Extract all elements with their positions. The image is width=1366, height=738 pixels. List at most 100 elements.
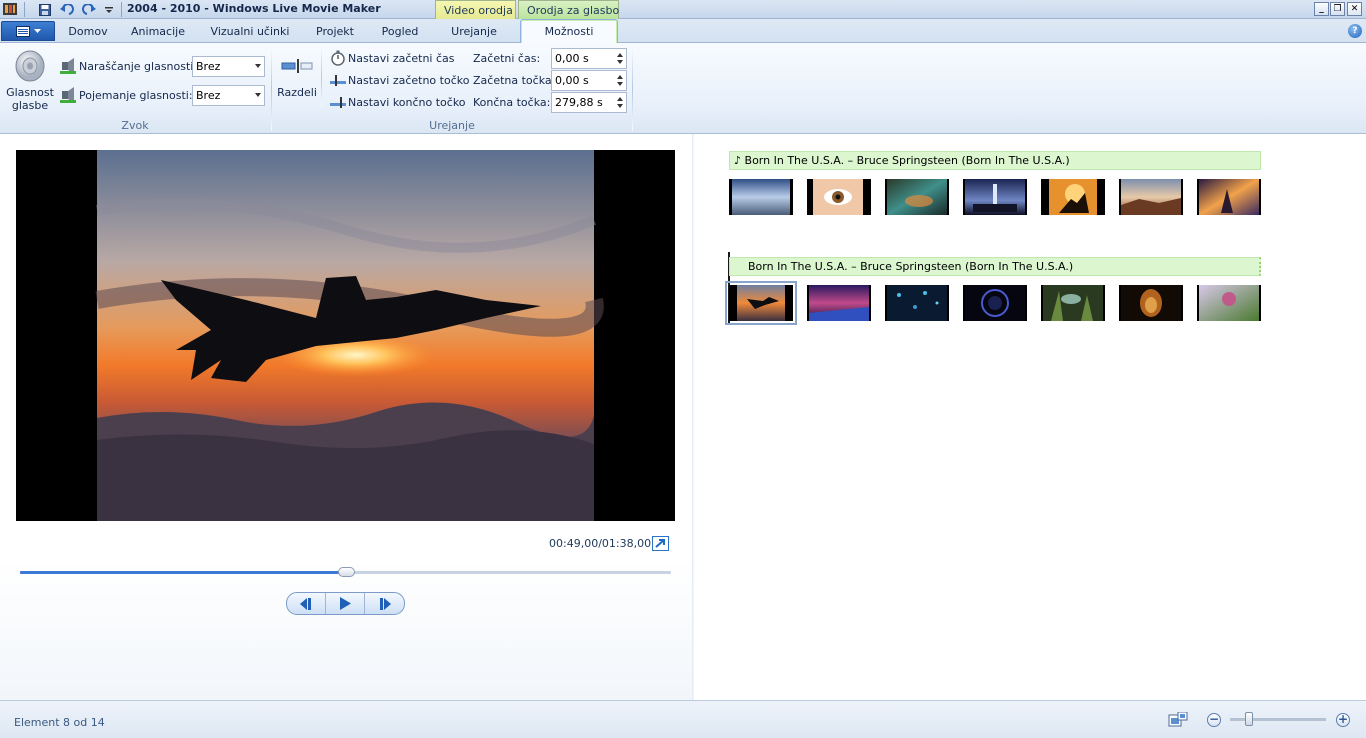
spin-down-icon[interactable]: [617, 104, 623, 108]
clip-thumbnail-selected[interactable]: [725, 281, 797, 325]
music-track-bar[interactable]: Born In The U.S.A. – Bruce Springsteen (…: [729, 257, 1261, 276]
clip-image: [1121, 285, 1181, 321]
start-time-input[interactable]: 0,00 s: [551, 48, 627, 69]
fade-in-dropdown[interactable]: Brez: [192, 56, 265, 77]
spin-up-icon[interactable]: [617, 53, 623, 57]
thumbnail-size-icon: [1168, 711, 1188, 727]
split-label: Razdeli: [277, 86, 317, 99]
clip-image: [1199, 179, 1259, 215]
spin-down-icon[interactable]: [617, 60, 623, 64]
status-text: Element 8 od 14: [14, 716, 105, 729]
group-separator: [321, 47, 322, 107]
play-button[interactable]: [326, 593, 365, 614]
app-menu-button[interactable]: [1, 21, 55, 41]
zoom-in-icon: +: [1337, 712, 1349, 726]
clip-thumbnail[interactable]: [1119, 285, 1183, 321]
qat-dropdown-icon[interactable]: [100, 1, 118, 18]
tab-moznosti[interactable]: Možnosti: [520, 19, 618, 44]
app-menu-icon: [15, 25, 30, 37]
fade-out-icon: [60, 87, 76, 103]
clip-thumbnail[interactable]: [963, 179, 1027, 215]
fade-out-label: Pojemanje glasnosti:: [79, 89, 193, 102]
tab-animacije[interactable]: Animacije: [122, 23, 194, 43]
group-label-edit: Urejanje: [429, 119, 475, 132]
tab-projekt[interactable]: Projekt: [304, 23, 366, 43]
start-time-label: Začetni čas:: [473, 52, 541, 65]
app-icon[interactable]: [2, 1, 18, 17]
seek-thumb[interactable]: [337, 567, 355, 577]
clip-image: [1049, 179, 1097, 215]
clip-thumbnail[interactable]: [1197, 179, 1261, 215]
previous-frame-button[interactable]: [287, 593, 326, 614]
fade-out-value: Brez: [196, 89, 221, 102]
spin-up-icon[interactable]: [617, 75, 623, 79]
clip-thumbnail[interactable]: [1041, 285, 1105, 321]
fade-in-label: Naraščanje glasnosti:: [79, 60, 198, 73]
undo-icon[interactable]: [58, 1, 76, 18]
clip-image: [809, 285, 869, 321]
clip-image: [1121, 179, 1181, 215]
chevron-down-icon: [33, 28, 41, 33]
end-point-input[interactable]: 279,88 s: [551, 92, 627, 113]
restore-button[interactable]: ❐: [1330, 2, 1345, 16]
music-track-bar[interactable]: ♪ Born In The U.S.A. – Bruce Springsteen…: [729, 151, 1261, 170]
group-label-audio: Zvok: [121, 119, 149, 132]
clip-thumbnail[interactable]: [1041, 179, 1105, 215]
clip-thumbnail[interactable]: [1119, 179, 1183, 215]
zoom-slider-thumb[interactable]: [1245, 712, 1254, 726]
clip-image: [887, 179, 947, 215]
ribbon: Glasnost glasbe Naraščanje glasnosti: Br…: [0, 43, 1366, 134]
set-end-point-label: Nastavi končno točko: [348, 96, 466, 109]
clip-thumbnail[interactable]: [885, 179, 949, 215]
context-tab-video-tools: Video orodja: [435, 0, 516, 20]
split-icon: [281, 59, 313, 73]
zoom-slider[interactable]: [1230, 712, 1326, 726]
clip-image: [887, 285, 947, 321]
chevron-down-icon: [255, 64, 261, 68]
help-icon[interactable]: ?: [1348, 24, 1362, 38]
clip-image: [1199, 285, 1259, 321]
tab-pogled[interactable]: Pogled: [370, 23, 430, 43]
set-end-point-button[interactable]: Nastavi končno točko: [328, 94, 468, 111]
group-separator: [271, 47, 272, 131]
next-frame-button[interactable]: [365, 593, 404, 614]
clip-image: [737, 285, 785, 321]
qat-separator: [121, 2, 122, 17]
save-icon[interactable]: [36, 1, 54, 18]
spin-down-icon[interactable]: [617, 82, 623, 86]
redo-icon[interactable]: [80, 1, 98, 18]
clip-thumbnail[interactable]: [963, 285, 1027, 321]
tab-urejanje[interactable]: Urejanje: [438, 23, 510, 43]
seek-bar[interactable]: [20, 567, 671, 577]
playback-controls: [286, 592, 405, 615]
video-preview[interactable]: [16, 150, 675, 521]
spin-up-icon[interactable]: [617, 97, 623, 101]
tab-domov[interactable]: Domov: [58, 23, 118, 43]
speaker-icon: [15, 50, 45, 82]
close-button[interactable]: ✕: [1347, 2, 1362, 16]
clip-thumbnail[interactable]: [807, 179, 871, 215]
stopwatch-icon: [331, 50, 345, 66]
next-frame-icon: [379, 597, 391, 610]
clip-thumbnail[interactable]: [1197, 285, 1261, 321]
clip-thumbnail[interactable]: [807, 285, 871, 321]
zoom-out-button[interactable]: −: [1207, 713, 1221, 727]
split-button[interactable]: Razdeli: [276, 49, 318, 105]
minimize-button[interactable]: _: [1314, 2, 1329, 16]
fullscreen-button[interactable]: [652, 536, 669, 551]
set-start-point-button[interactable]: Nastavi začetno točko: [328, 72, 469, 89]
context-tab-music-tools: Orodja za glasbo: [518, 0, 619, 20]
ribbon-tabs: Domov Animacije Vizualni učinki Projekt …: [0, 19, 1366, 44]
zoom-in-button[interactable]: +: [1336, 713, 1350, 727]
thumbnail-size-button[interactable]: [1168, 711, 1188, 728]
clip-thumbnail[interactable]: [885, 285, 949, 321]
fade-out-dropdown[interactable]: Brez: [192, 85, 265, 106]
music-track-title: Born In The U.S.A. – Bruce Springsteen (…: [744, 154, 1070, 167]
tab-vizualni-ucinki[interactable]: Vizualni učinki: [200, 23, 300, 43]
music-volume-button[interactable]: Glasnost glasbe: [4, 49, 56, 115]
clip-thumbnail[interactable]: [729, 179, 793, 215]
play-icon: [340, 597, 351, 610]
start-point-input[interactable]: 0,00 s: [551, 70, 627, 91]
set-start-time-button[interactable]: Nastavi začetni čas: [328, 50, 468, 67]
preview-pane: 00:49,00/01:38,00: [0, 134, 692, 700]
